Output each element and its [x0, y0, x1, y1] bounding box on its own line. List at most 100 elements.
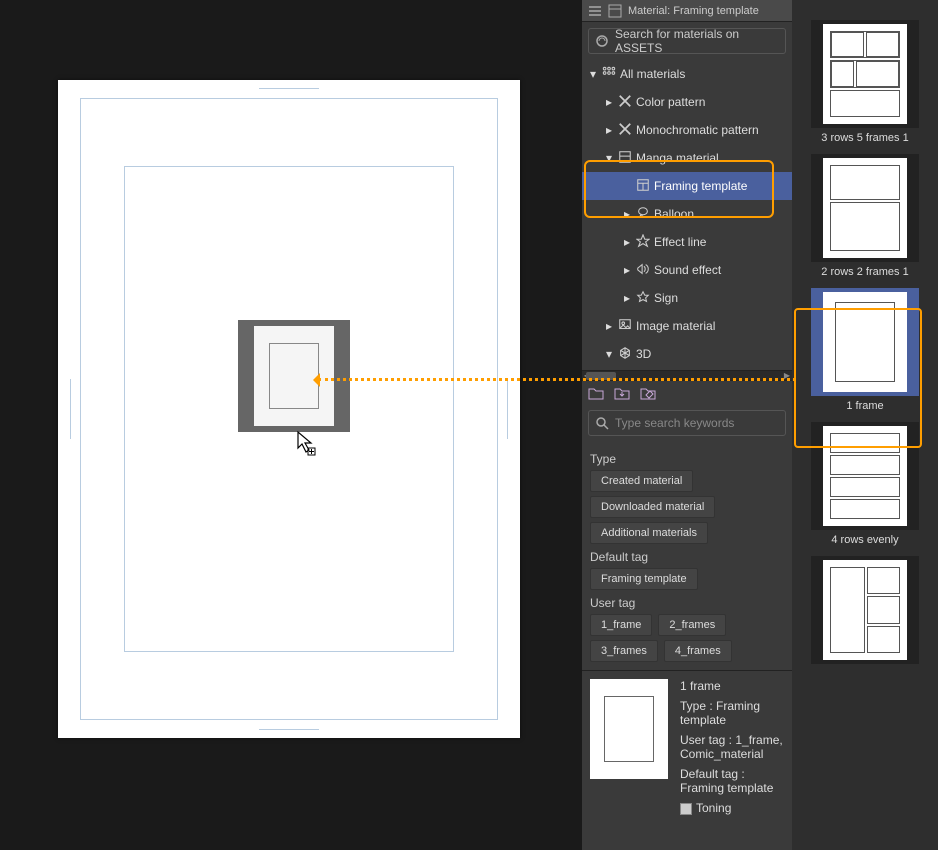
tree-label: Balloon [654, 207, 694, 221]
menu-icon [588, 4, 602, 18]
tree-item-sound-effect[interactable]: ▸ Sound effect [582, 256, 792, 284]
chevron-right-icon: ▸ [604, 97, 614, 107]
tree-icon [618, 318, 632, 335]
tree-label: Manga material [636, 151, 719, 165]
tag-3-frames[interactable]: 3_frames [590, 640, 658, 662]
tree-item-color-pattern[interactable]: ▸ Color pattern [582, 88, 792, 116]
tree-label: Effect line [654, 235, 706, 249]
detail-type: Type : Framing template [680, 699, 784, 727]
chevron-down-icon: ▾ [588, 69, 598, 79]
tree-icon [618, 122, 632, 139]
frame-icon [608, 4, 622, 18]
canvas-tick [507, 379, 508, 439]
chevron-right-icon: ▸ [622, 209, 632, 219]
chevron-right-icon: ▸ [622, 293, 632, 303]
tree-icon [636, 262, 650, 279]
tag-2-frames[interactable]: 2_frames [658, 614, 726, 636]
tag-1-frame[interactable]: 1_frame [590, 614, 652, 636]
tree-item-balloon[interactable]: ▸ Balloon [582, 200, 792, 228]
tree-icon [618, 150, 632, 167]
tree-label: Image material [636, 319, 715, 333]
thumbnail-2-rows-2-frames-1[interactable]: 2 rows 2 frames 1 [805, 154, 925, 284]
material-panel: Material: Framing template Search for ma… [582, 0, 938, 850]
detail-toning-row[interactable]: Toning [680, 801, 784, 815]
thumbnail-box [811, 20, 919, 128]
assets-icon [595, 34, 609, 48]
thumbnail-4-rows-evenly[interactable]: 4 rows evenly [805, 422, 925, 552]
default-tag-title: Default tag [590, 550, 784, 564]
tree-icon [636, 178, 650, 195]
chevron-down-icon: ▾ [604, 349, 614, 359]
new-folder-icon[interactable] [588, 385, 604, 401]
thumbnail-item[interactable] [805, 556, 925, 670]
search-assets-button[interactable]: Search for materials on ASSETS [588, 28, 786, 54]
tree-item-monochromatic-pattern[interactable]: ▸ Monochromatic pattern [582, 116, 792, 144]
thumbnail-label: 3 rows 5 frames 1 [805, 132, 925, 144]
folder-down-icon[interactable] [614, 385, 630, 401]
tag-downloaded[interactable]: Downloaded material [590, 496, 715, 518]
search-assets-label: Search for materials on ASSETS [615, 27, 779, 55]
detail-thumbnail [590, 679, 668, 779]
material-tree: ▾ All materials ▸ Color pattern ▸ Monochromat… [582, 58, 792, 370]
tree-icon [602, 66, 616, 83]
detail-name: 1 frame [680, 679, 784, 693]
tree-icon [636, 290, 650, 307]
thumbnail-box [811, 288, 919, 396]
tree-item-sign[interactable]: ▸ Sign [582, 284, 792, 312]
tag-4-frames[interactable]: 4_frames [664, 640, 732, 662]
tree-item-all-materials[interactable]: ▾ All materials [582, 60, 792, 88]
tree-label: Monochromatic pattern [636, 123, 759, 137]
tag-additional[interactable]: Additional materials [590, 522, 708, 544]
thumbnail-3-rows-5-frames-1[interactable]: 3 rows 5 frames 1 [805, 20, 925, 150]
thumbnail-label: 1 frame [805, 400, 925, 412]
thumbnail-label: 2 rows 2 frames 1 [805, 266, 925, 278]
tree-label: Color pattern [636, 95, 705, 109]
tree-item-3d[interactable]: ▾ 3D [582, 340, 792, 368]
tree-toolbar [582, 380, 792, 404]
type-filter-title: Type [590, 452, 784, 466]
tree-label: Sign [654, 291, 678, 305]
folder-edit-icon[interactable] [640, 385, 656, 401]
tree-label: Framing template [654, 179, 747, 193]
chevron-right-icon: ▸ [604, 125, 614, 135]
search-placeholder: Type search keywords [615, 416, 734, 430]
tree-item-image-material[interactable]: ▸ Image material [582, 312, 792, 340]
canvas-tick [70, 379, 71, 439]
drag-arrow-annotation [318, 378, 796, 381]
canvas-tick [259, 729, 319, 730]
chevron-down-icon: ▾ [604, 153, 614, 163]
chevron-right-icon: ▸ [604, 321, 614, 331]
thumbnail-list[interactable]: 3 rows 5 frames 1 2 rows 2 frames 1 1 fram… [792, 0, 938, 850]
detail-user-tag: User tag : 1_frame, Comic_material [680, 733, 784, 761]
tree-item-framing-template[interactable]: Framing template [582, 172, 792, 200]
tree-label: 3D [636, 347, 651, 361]
panel-tab-label: Material: Framing template [628, 5, 759, 17]
toning-checkbox[interactable] [680, 803, 692, 815]
tree-label: Sound effect [654, 263, 721, 277]
filter-section: Type Created material Downloaded materia… [582, 442, 792, 670]
tree-label: All materials [620, 67, 685, 81]
material-detail: 1 frame Type : Framing template User tag… [582, 670, 792, 829]
drag-preview [238, 320, 350, 432]
panel-tab[interactable]: Material: Framing template [582, 0, 792, 22]
search-keywords-input[interactable]: Type search keywords [588, 410, 786, 436]
thumbnail-label: 4 rows evenly [805, 534, 925, 546]
tree-item-manga-material[interactable]: ▾ Manga material [582, 144, 792, 172]
tree-item-effect-line[interactable]: ▸ Effect line [582, 228, 792, 256]
tag-framing-template[interactable]: Framing template [590, 568, 698, 590]
canvas-area[interactable] [0, 0, 580, 850]
thumbnail-box [811, 154, 919, 262]
tag-created[interactable]: Created material [590, 470, 693, 492]
canvas-tick [259, 88, 319, 89]
search-icon [595, 416, 609, 430]
user-tag-title: User tag [590, 596, 784, 610]
tree-icon [618, 346, 632, 363]
tree-icon [636, 206, 650, 223]
thumbnail-box [811, 422, 919, 530]
tree-icon [636, 234, 650, 251]
detail-default-tag: Default tag : Framing template [680, 767, 784, 795]
thumbnail-1-frame[interactable]: 1 frame [805, 288, 925, 418]
chevron-right-icon: ▸ [622, 265, 632, 275]
thumbnail-box [811, 556, 919, 664]
chevron-right-icon: ▸ [622, 237, 632, 247]
